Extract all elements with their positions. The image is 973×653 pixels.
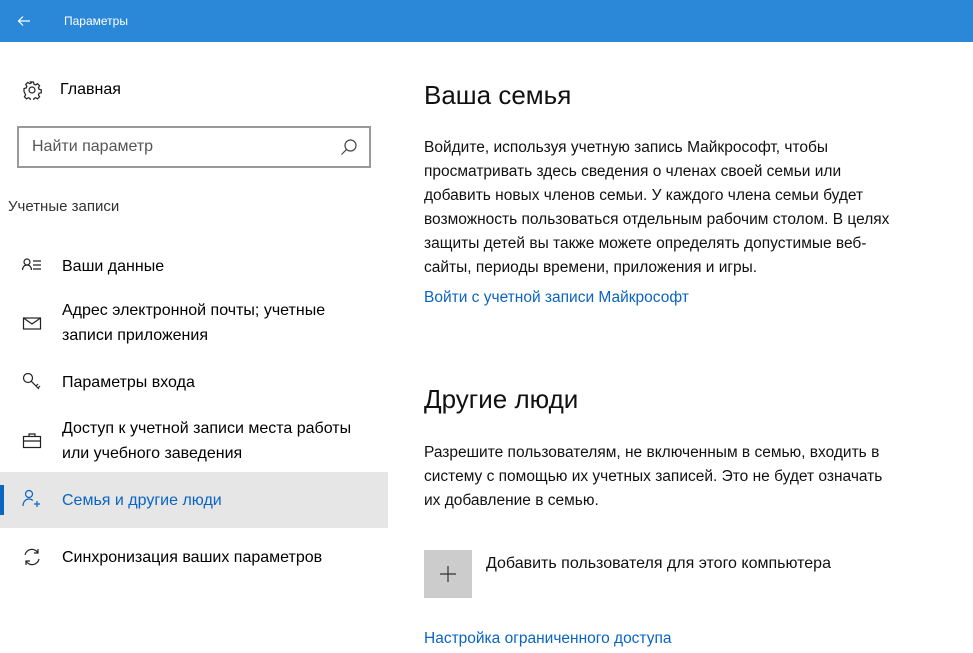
section-label-accounts: Учетные записи [8, 198, 120, 215]
text-line: систему с помощью их учетных записей. Эт… [424, 468, 883, 485]
sidebar-item-label-line2: или учебного заведения [62, 445, 243, 462]
text-line: добавить новых членов семьи. У каждого ч… [424, 187, 864, 204]
search-icon[interactable] [340, 138, 358, 156]
text-line: возможность пользоваться отдельным рабоч… [424, 211, 890, 228]
home-label: Главная [60, 81, 121, 98]
sidebar-item-work-access[interactable]: Доступ к учетной записи места работы или… [0, 416, 388, 466]
sidebar-item-email-accounts[interactable]: Адрес электронной почты; учетные записи … [0, 298, 388, 348]
text-line: Разрешите пользователям, не включенным в… [424, 444, 880, 461]
sidebar-item-label: Параметры входа [62, 374, 195, 391]
sidebar-item-label: Синхронизация ваших параметров [62, 549, 323, 566]
add-person-icon [22, 489, 40, 507]
mail-icon [22, 317, 42, 330]
text-line: сайты, периоды времени, приложения и игр… [424, 259, 758, 276]
sidebar-item-sign-in-options[interactable]: Параметры входа [0, 370, 388, 396]
briefcase-icon [22, 433, 42, 449]
text-line: их добавление в семью. [424, 492, 599, 509]
window-title: Параметры [64, 14, 128, 28]
restricted-access-link[interactable]: Настройка ограниченного доступа [424, 630, 671, 648]
plus-icon [440, 566, 456, 582]
text-line: Войдите, используя учетную запись Майкро… [424, 139, 829, 156]
heading-other-people: Другие люди [424, 384, 579, 414]
key-icon [22, 372, 41, 390]
sync-icon [24, 548, 40, 566]
gear-icon [23, 81, 42, 100]
sidebar-item-family-and-others[interactable]: Семья и другие люди [0, 472, 388, 528]
title-bar: Параметры [0, 0, 973, 42]
person-list-icon [22, 258, 41, 271]
search-box[interactable] [17, 126, 371, 168]
back-arrow-icon [17, 16, 30, 26]
sidebar-home[interactable]: Главная [22, 78, 121, 102]
text-line: защиты детей вы также можете определять … [424, 235, 867, 252]
sidebar-item-label-line1: Адрес электронной почты; учетные [62, 302, 326, 319]
sidebar-item-label: Семья и другие люди [62, 492, 222, 509]
sidebar-item-sync-settings[interactable]: Синхронизация ваших параметров [0, 545, 388, 571]
text-line: просматривать здесь сведения о членах св… [424, 163, 842, 180]
search-input[interactable] [19, 128, 329, 166]
sidebar-item-label-line1: Доступ к учетной записи места работы [62, 420, 352, 437]
selection-indicator [0, 485, 4, 515]
add-user-button[interactable] [424, 550, 472, 598]
sidebar-item-label: Ваши данные [62, 258, 165, 275]
family-description: Войдите, используя учетную запись Майкро… [424, 136, 969, 280]
heading-your-family: Ваша семья [424, 80, 572, 110]
sidebar-item-your-info[interactable]: Ваши данные [0, 254, 388, 280]
add-user-label[interactable]: Добавить пользователя для этого компьюте… [486, 555, 831, 573]
others-description: Разрешите пользователям, не включенным в… [424, 441, 969, 513]
sign-in-microsoft-link[interactable]: Войти с учетной записи Майкрософт [424, 289, 689, 307]
back-button[interactable] [0, 0, 48, 42]
sidebar-item-label-line2: записи приложения [62, 327, 208, 344]
